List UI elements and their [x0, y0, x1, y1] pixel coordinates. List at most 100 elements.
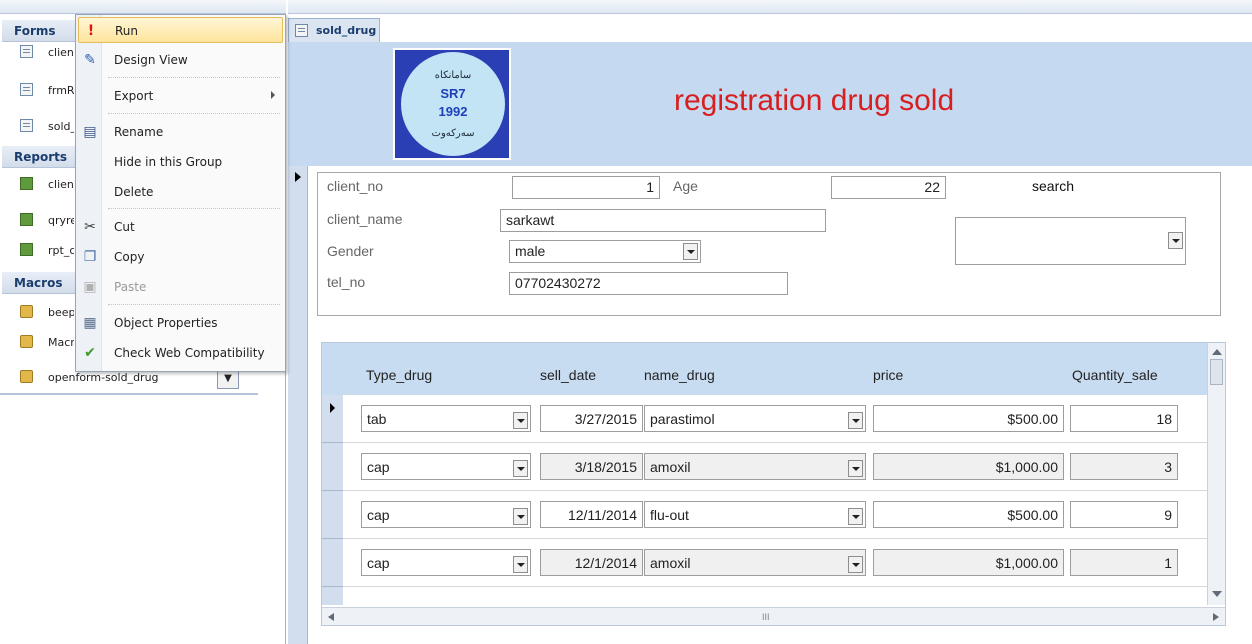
- nav-item-form-clien[interactable]: clien: [14, 42, 74, 64]
- scroll-down-icon[interactable]: [1212, 591, 1222, 597]
- chevron-down-icon[interactable]: [848, 508, 863, 525]
- name-drug-combo[interactable]: flu-out: [644, 501, 866, 528]
- tel-no-field[interactable]: 07702430272: [509, 272, 788, 295]
- price-cell[interactable]: $500.00: [873, 405, 1064, 432]
- document-tab-strip: [288, 0, 1252, 14]
- sell-date-cell[interactable]: 12/1/2014: [540, 549, 643, 576]
- chevron-down-icon[interactable]: [848, 412, 863, 429]
- menu-item-delete[interactable]: Delete: [78, 179, 283, 205]
- search-label: search: [1032, 178, 1075, 194]
- scroll-left-icon[interactable]: [328, 613, 334, 621]
- chevron-down-icon[interactable]: [848, 460, 863, 477]
- search-combo[interactable]: [955, 217, 1186, 265]
- chevron-down-icon[interactable]: [513, 412, 528, 429]
- tab-sold-drug[interactable]: sold_drug: [288, 18, 380, 42]
- menu-item-design-view[interactable]: ✎ Design View: [78, 47, 283, 73]
- menu-item-rename[interactable]: ▤ Rename: [78, 119, 283, 145]
- name-drug-combo[interactable]: amoxil: [644, 549, 866, 576]
- row-selector[interactable]: [322, 443, 343, 491]
- gender-label: Gender: [327, 243, 374, 259]
- nav-item-label: beep: [48, 306, 74, 319]
- sell-date-cell[interactable]: 3/27/2015: [540, 405, 643, 432]
- quantity-cell[interactable]: 9: [1070, 501, 1178, 528]
- client-name-field[interactable]: sarkawt: [500, 209, 826, 232]
- menu-item-copy[interactable]: ❐ Copy: [78, 244, 283, 270]
- chevron-down-icon[interactable]: ▼: [217, 369, 239, 389]
- menu-item-cut[interactable]: ✂ Cut: [78, 214, 283, 240]
- menu-item-run[interactable]: ! Run: [78, 17, 283, 43]
- price-cell[interactable]: $500.00: [873, 501, 1064, 528]
- menu-item-export[interactable]: Export: [78, 83, 283, 109]
- logo: ﺳﺎﻣﺎﻧﻜﺎﻩ SR7 1992 ﺳﻪﺭﻛﻪﻭﺕ: [393, 48, 511, 160]
- scroll-grip[interactable]: III: [762, 612, 770, 622]
- cell-value: tab: [367, 411, 387, 427]
- type-drug-combo[interactable]: tab: [361, 405, 531, 432]
- type-drug-combo[interactable]: cap: [361, 501, 531, 528]
- cell-value: cap: [367, 459, 390, 475]
- scroll-thumb[interactable]: [1210, 359, 1223, 385]
- table-row[interactable]: cap 12/11/2014 flu-out $500.00 9: [322, 491, 1207, 539]
- client-no-field[interactable]: 1: [512, 176, 660, 199]
- nav-item-report-rpt[interactable]: rpt_c: [14, 240, 74, 262]
- divider: [0, 393, 258, 395]
- column-header-quantity-sale: Quantity_sale: [1072, 367, 1158, 383]
- chevron-down-icon[interactable]: [513, 508, 528, 525]
- menu-separator: [108, 77, 280, 78]
- gender-combo[interactable]: male: [509, 240, 701, 263]
- nav-item-report-qryre[interactable]: qryre: [14, 210, 74, 232]
- quantity-cell[interactable]: 3: [1070, 453, 1178, 480]
- chevron-down-icon[interactable]: [683, 243, 698, 260]
- macro-icon: [20, 370, 33, 383]
- scroll-right-icon[interactable]: [1213, 613, 1219, 621]
- logo-bottom-text: ﺳﻪﺭﻛﻪﻭﺕ: [431, 128, 475, 139]
- chevron-down-icon[interactable]: [1168, 232, 1183, 249]
- type-drug-combo[interactable]: cap: [361, 549, 531, 576]
- record-selector[interactable]: [288, 166, 308, 644]
- current-record-icon: [295, 172, 301, 182]
- menu-separator: [108, 208, 280, 209]
- sell-date-cell[interactable]: 12/11/2014: [540, 501, 643, 528]
- cell-value: amoxil: [650, 459, 691, 475]
- cell-value: parastimol: [650, 411, 715, 427]
- row-selector[interactable]: [322, 491, 343, 539]
- type-drug-combo[interactable]: cap: [361, 453, 531, 480]
- age-field[interactable]: 22: [831, 176, 946, 199]
- price-cell[interactable]: $1,000.00: [873, 453, 1064, 480]
- menu-item-label: Design View: [114, 53, 188, 67]
- nav-item-form-frmr[interactable]: frmR: [14, 80, 74, 102]
- horizontal-scrollbar[interactable]: III: [322, 607, 1225, 625]
- price-cell[interactable]: $1,000.00: [873, 549, 1064, 576]
- menu-item-object-properties[interactable]: ▦ Object Properties: [78, 310, 283, 336]
- paste-icon: ▣: [83, 279, 97, 295]
- properties-icon: ▦: [83, 315, 97, 331]
- table-row[interactable]: cap 3/18/2015 amoxil $1,000.00 3: [322, 443, 1207, 491]
- cell-value: amoxil: [650, 555, 691, 571]
- name-drug-combo[interactable]: parastimol: [644, 405, 866, 432]
- table-row[interactable]: tab 3/27/2015 parastimol $500.00 18: [322, 395, 1207, 443]
- chevron-down-icon[interactable]: [513, 460, 528, 477]
- nav-item-macro-beep[interactable]: beep: [14, 302, 74, 324]
- nav-item-macro-macr[interactable]: Macr: [14, 332, 74, 354]
- nav-item-label: frmR: [48, 84, 74, 97]
- table-row[interactable]: cap 12/1/2014 amoxil $1,000.00 1: [322, 539, 1207, 587]
- sell-date-cell[interactable]: 3/18/2015: [540, 453, 643, 480]
- menu-item-check-web-compatibility[interactable]: ✔ Check Web Compatibility: [78, 340, 283, 366]
- name-drug-combo[interactable]: amoxil: [644, 453, 866, 480]
- chevron-down-icon[interactable]: [513, 556, 528, 573]
- menu-item-hide-in-group[interactable]: Hide in this Group: [78, 149, 283, 175]
- chevron-down-icon[interactable]: [848, 556, 863, 573]
- context-menu: ! Run ✎ Design View Export ▤ Rename Hide…: [75, 14, 286, 372]
- nav-item-form-sold[interactable]: sold_: [14, 116, 74, 138]
- scroll-up-icon[interactable]: [1212, 349, 1222, 355]
- row-selector[interactable]: [322, 395, 343, 443]
- nav-item-label: clien: [48, 46, 74, 59]
- vertical-scrollbar[interactable]: [1207, 343, 1225, 605]
- quantity-cell[interactable]: 18: [1070, 405, 1178, 432]
- menu-item-paste[interactable]: ▣ Paste: [78, 274, 283, 300]
- nav-item-label: sold_: [48, 120, 74, 133]
- menu-item-label: Object Properties: [114, 316, 218, 330]
- nav-item-report-clien[interactable]: clien: [14, 174, 74, 196]
- quantity-cell[interactable]: 1: [1070, 549, 1178, 576]
- row-selector[interactable]: [322, 539, 343, 587]
- menu-separator: [108, 304, 280, 305]
